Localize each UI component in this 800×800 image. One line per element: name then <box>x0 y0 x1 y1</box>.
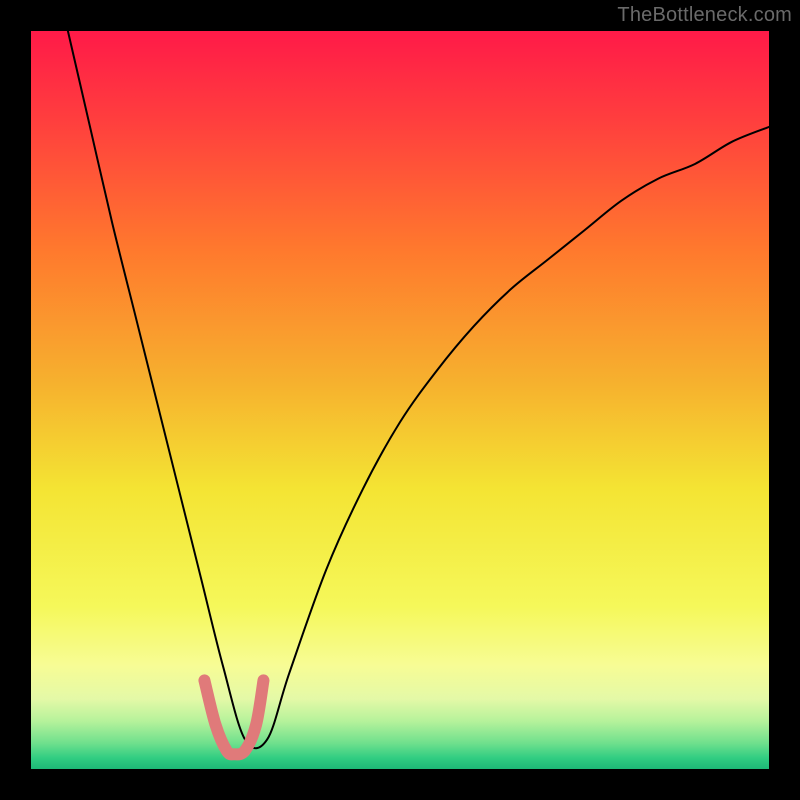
chart-container: TheBottleneck.com <box>0 0 800 800</box>
plot-background <box>31 31 769 769</box>
watermark-text: TheBottleneck.com <box>617 4 792 27</box>
bottleneck-chart <box>0 0 800 800</box>
